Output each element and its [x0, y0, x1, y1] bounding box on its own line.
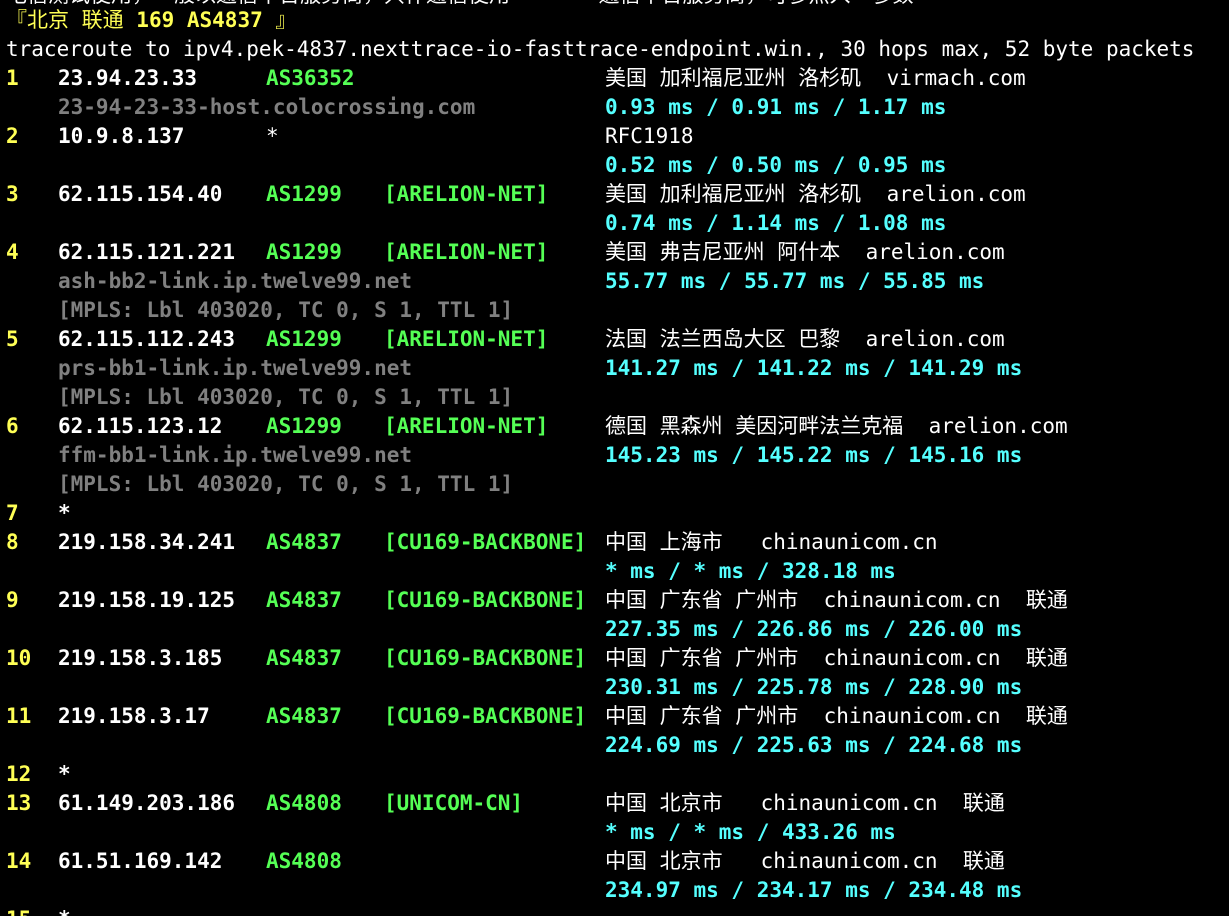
hop-ip: 219.158.34.241	[58, 530, 236, 554]
hop-ip: 219.158.19.125	[58, 588, 236, 612]
hop-network: [CU169-BACKBONE]	[384, 588, 587, 612]
hop-asn: AS4808	[266, 791, 342, 815]
hop-geo: 德国 黑森州 美因河畔法兰克福 arelion.com	[605, 414, 1068, 438]
hop-latency: 227.35 ms / 226.86 ms / 226.00 ms	[605, 617, 1023, 641]
hop-ip: 62.115.123.12	[58, 414, 223, 438]
hop-latency: 224.69 ms / 225.63 ms / 224.68 ms	[605, 733, 1023, 757]
hop-network: [ARELION-NET]	[384, 327, 549, 351]
hop-asn: AS1299	[266, 240, 342, 264]
hop-number: 2	[6, 124, 19, 148]
hop-geo: 美国 加利福尼亚州 洛杉矶 virmach.com	[605, 66, 1026, 90]
hop-geo: 中国 广东省 广州市 chinaunicom.cn 联通	[605, 704, 1068, 728]
target-header-line: 『北京 联通 169 AS4837 』	[0, 6, 296, 35]
hop-ip: 61.51.169.142	[58, 849, 223, 873]
hop-latency: * ms / * ms / 433.26 ms	[605, 820, 896, 844]
hop-mpls: [MPLS: Lbl 403020, TC 0, S 1, TTL 1]	[58, 298, 514, 322]
hop-ip: *	[58, 501, 71, 525]
hop-geo: RFC1918	[605, 124, 694, 148]
hop-number: 1	[6, 66, 19, 90]
hop-asn: AS1299	[266, 327, 342, 351]
target-header-open: 『北京 联通	[6, 8, 137, 32]
hop-network: [UNICOM-CN]	[384, 791, 524, 815]
hop-ip: 219.158.3.185	[58, 646, 223, 670]
hop-number: 11	[6, 704, 32, 728]
command-line: traceroute to ipv4.pek-4837.nexttrace-io…	[0, 35, 1194, 64]
hop-geo: 中国 北京市 chinaunicom.cn 联通	[605, 791, 1005, 815]
hop-ip: 23.94.23.33	[58, 66, 198, 90]
hop-network: [ARELION-NET]	[384, 182, 549, 206]
traceroute-command: traceroute to ipv4.pek-4837.nexttrace-io…	[6, 37, 1195, 61]
hop-geo: 美国 弗吉尼亚州 阿什本 arelion.com	[605, 240, 1005, 264]
hop-asn: AS1299	[266, 182, 342, 206]
hop-asn: *	[266, 124, 279, 148]
hop-number: 12	[6, 762, 32, 786]
hop-hostname: ffm-bb1-link.ip.twelve99.net	[58, 443, 413, 467]
hop-asn: AS4837	[266, 704, 342, 728]
hop-network: [CU169-BACKBONE]	[384, 530, 587, 554]
hop-ip: 62.115.154.40	[58, 182, 223, 206]
target-header-bold: 169 AS4837	[136, 8, 263, 32]
hop-latency: 0.74 ms / 1.14 ms / 1.08 ms	[605, 211, 947, 235]
hop-network: [ARELION-NET]	[384, 414, 549, 438]
hop-number: 9	[6, 588, 19, 612]
hop-number: 5	[6, 327, 19, 351]
hop-hostname: 23-94-23-33-host.colocrossing.com	[58, 95, 476, 119]
hop-network: [CU169-BACKBONE]	[384, 704, 587, 728]
hop-geo: 中国 广东省 广州市 chinaunicom.cn 联通	[605, 646, 1068, 670]
hop-latency: 145.23 ms / 145.22 ms / 145.16 ms	[605, 443, 1023, 467]
hop-asn: AS4808	[266, 849, 342, 873]
hop-number: 8	[6, 530, 19, 554]
hop-number: 14	[6, 849, 32, 873]
hop-asn: AS4837	[266, 646, 342, 670]
target-header: 『北京 联通 169 AS4837 』	[6, 6, 296, 35]
hop-latency: 234.97 ms / 234.17 ms / 234.48 ms	[605, 878, 1023, 902]
hop-number: 3	[6, 182, 19, 206]
hop-ip: 10.9.8.137	[58, 124, 185, 148]
hop-number: 6	[6, 414, 19, 438]
hop-geo: 美国 加利福尼亚州 洛杉矶 arelion.com	[605, 182, 1026, 206]
hop-ip: *	[58, 905, 71, 916]
hop-latency: 0.52 ms / 0.50 ms / 0.95 ms	[605, 153, 947, 177]
hop-latency: 55.77 ms / 55.77 ms / 55.85 ms	[605, 269, 985, 293]
hop-number: 10	[6, 646, 32, 670]
hop-mpls: [MPLS: Lbl 403020, TC 0, S 1, TTL 1]	[58, 472, 514, 496]
hop-geo: 中国 广东省 广州市 chinaunicom.cn 联通	[605, 588, 1068, 612]
hop-hostname: ash-bb2-link.ip.twelve99.net	[58, 269, 413, 293]
target-header-close: 』	[262, 8, 297, 32]
terminal-window[interactable]: 电信测试使用，一般以通信平台服务商，只作通信使用 通信平台服务商，可参照入一参数…	[0, 0, 1229, 916]
hop-ip: *	[58, 762, 71, 786]
hop-network: [CU169-BACKBONE]	[384, 646, 587, 670]
hop-number: 4	[6, 240, 19, 264]
hop-asn: AS4837	[266, 588, 342, 612]
hop-number: 13	[6, 791, 32, 815]
hop-geo: 中国 北京市 chinaunicom.cn 联通	[605, 849, 1005, 873]
hop-latency: 141.27 ms / 141.22 ms / 141.29 ms	[605, 356, 1023, 380]
hop-network: [ARELION-NET]	[384, 240, 549, 264]
hop-asn: AS36352	[266, 66, 355, 90]
hop-hostname: prs-bb1-link.ip.twelve99.net	[58, 356, 413, 380]
hop-ip: 62.115.112.243	[58, 327, 236, 351]
hop-ip: 62.115.121.221	[58, 240, 236, 264]
hop-ip: 61.149.203.186	[58, 791, 236, 815]
hop-ip: 219.158.3.17	[58, 704, 210, 728]
hop-asn: AS4837	[266, 530, 342, 554]
hop-geo: 中国 上海市 chinaunicom.cn	[605, 530, 938, 554]
hop-number: 7	[6, 501, 19, 525]
hop-geo: 法国 法兰西岛大区 巴黎 arelion.com	[605, 327, 1005, 351]
hop-mpls: [MPLS: Lbl 403020, TC 0, S 1, TTL 1]	[58, 385, 514, 409]
hop-latency: 0.93 ms / 0.91 ms / 1.17 ms	[605, 95, 947, 119]
hop-latency: * ms / * ms / 328.18 ms	[605, 559, 896, 583]
hop-latency: 230.31 ms / 225.78 ms / 228.90 ms	[605, 675, 1023, 699]
hop-asn: AS1299	[266, 414, 342, 438]
hop-number: 15	[6, 905, 31, 916]
